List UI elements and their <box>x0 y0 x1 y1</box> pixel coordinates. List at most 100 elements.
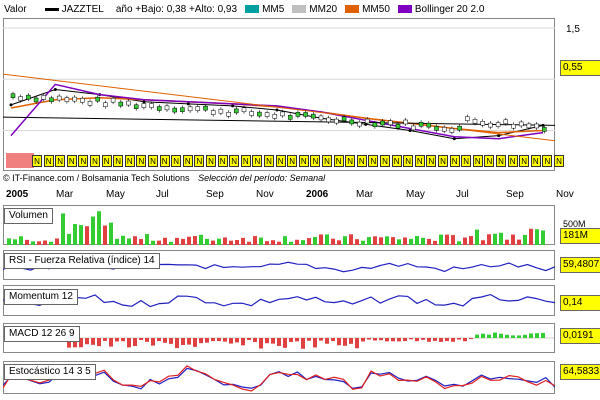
price-point <box>9 103 13 107</box>
volume-bar <box>253 236 257 245</box>
macd-bar <box>421 338 425 340</box>
macd-bar <box>517 335 521 338</box>
macd-bar <box>277 338 281 346</box>
candle-body <box>64 97 70 102</box>
candle-body <box>542 127 547 132</box>
macd-bar <box>475 334 479 338</box>
n-marker: N <box>356 155 367 167</box>
volume-bar <box>499 232 503 245</box>
candle-body <box>372 122 378 127</box>
trendline <box>3 116 555 126</box>
candle-body <box>426 122 432 128</box>
credit-period: Selección del período: Semanal <box>198 173 326 183</box>
candle-body <box>103 102 108 108</box>
volume-bar <box>511 234 515 245</box>
volume-bar <box>415 236 419 245</box>
volume-bar <box>445 234 449 245</box>
candle-body <box>141 103 147 108</box>
volume-bar <box>325 234 329 245</box>
n-marker: N <box>542 155 553 167</box>
candle-body <box>10 93 16 98</box>
candle-body <box>280 111 285 117</box>
n-marker: N <box>55 155 66 167</box>
volume-bar <box>139 239 143 245</box>
volume-bar <box>229 240 233 245</box>
n-marker: N <box>32 155 42 167</box>
candle-body <box>488 122 493 128</box>
candle-body <box>187 106 193 112</box>
volume-bar <box>25 239 29 245</box>
x-axis-label: Nov <box>256 189 274 200</box>
candle-body <box>272 114 278 119</box>
x-axis-label: 2006 <box>306 189 329 200</box>
volume-bar <box>151 240 155 245</box>
n-marker: N <box>507 155 518 167</box>
volume-bar <box>409 238 413 245</box>
candle-body <box>303 112 308 117</box>
candle-body <box>87 101 93 106</box>
candle-body <box>472 119 478 124</box>
candle-body <box>395 123 401 129</box>
candle-body <box>195 106 201 111</box>
candle-body <box>264 112 270 117</box>
macd-bar <box>433 338 437 341</box>
rsi-label: RSI - Fuerza Relativa (índice) 14 <box>4 253 160 269</box>
macd-bar <box>199 338 203 344</box>
candle-body <box>149 103 154 108</box>
candle-body <box>326 117 331 123</box>
macd-bar <box>379 338 383 341</box>
macd-bar <box>391 338 395 342</box>
candle-body <box>133 104 139 109</box>
volume-bar <box>391 237 395 245</box>
momentum-chart <box>3 293 555 308</box>
x-axis-label: 2005 <box>6 189 29 200</box>
n-marker: N <box>484 155 495 167</box>
volume-bar <box>43 240 47 245</box>
volume-bar <box>67 233 71 245</box>
macd-bar <box>283 338 287 348</box>
volume-bar <box>181 238 185 245</box>
macd-bar <box>109 338 113 347</box>
macd-bar <box>91 338 95 345</box>
macd-bar <box>385 338 389 342</box>
price-tick-top: 1,5 <box>566 24 580 35</box>
price-point <box>452 137 456 141</box>
candle-body <box>388 120 393 126</box>
candle-body <box>441 127 447 132</box>
legend-ticker: JAZZTEL <box>44 4 104 15</box>
volume-bar <box>73 224 77 245</box>
macd-bar <box>139 338 143 341</box>
candle-body <box>203 105 208 111</box>
momentum-label: Momentum 12 <box>4 289 78 305</box>
volume-bar <box>505 239 509 245</box>
n-marker: N <box>136 155 147 167</box>
volume-bar <box>475 229 479 245</box>
macd-bar <box>193 338 197 347</box>
n-marker: N <box>217 155 228 167</box>
macd-bar <box>151 338 155 346</box>
volume-bar <box>367 237 371 245</box>
volume-bar <box>91 216 95 245</box>
volumen-chart <box>7 211 545 245</box>
volume-bar <box>277 241 281 245</box>
volume-bar <box>247 241 251 245</box>
candle-body <box>465 116 470 121</box>
macd-bar <box>229 338 233 344</box>
highlight-strip <box>6 153 34 168</box>
volume-bar <box>13 239 17 245</box>
macd-bar <box>115 338 119 342</box>
n-marker: N <box>426 155 437 167</box>
candle-body <box>172 107 177 113</box>
volume-bar <box>481 240 485 245</box>
macd-bar <box>325 338 329 344</box>
n-marker: N <box>275 155 286 167</box>
candle-body <box>249 111 254 116</box>
volume-bar <box>61 213 65 245</box>
volume-bar <box>307 238 311 245</box>
volume-bar <box>283 236 287 245</box>
n-marker: N <box>182 155 193 167</box>
price-point <box>186 102 190 106</box>
legend-item: MM20 <box>292 4 337 15</box>
volume-bar <box>439 234 443 245</box>
n-marker: N <box>530 155 541 167</box>
